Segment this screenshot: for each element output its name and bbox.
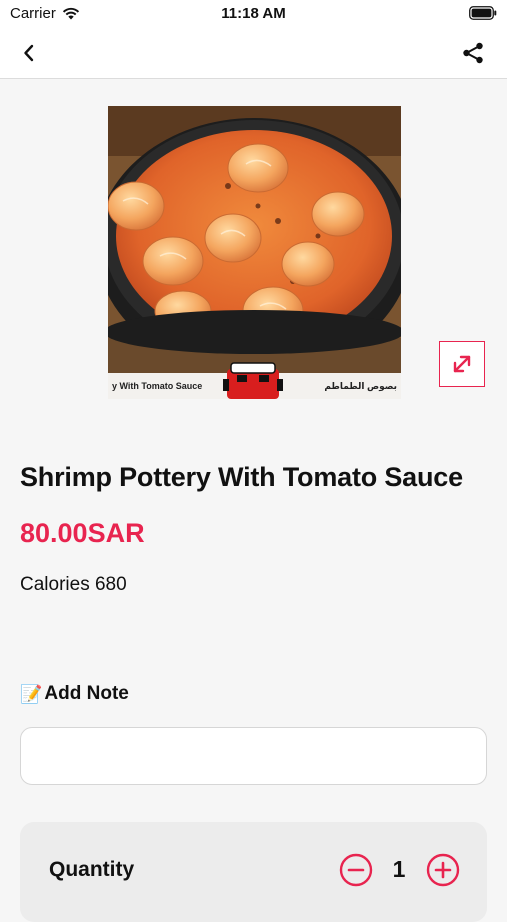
increase-quantity-button[interactable] [426, 853, 460, 887]
status-bar: Carrier 11:18 AM [0, 0, 507, 28]
share-icon [463, 42, 483, 64]
product-calories: Calories 680 [20, 574, 127, 595]
back-button[interactable] [16, 40, 42, 66]
product-price: 80.00SAR [20, 518, 145, 548]
share-button[interactable] [459, 39, 487, 67]
expand-icon [453, 355, 471, 373]
quantity-card: Quantity 1 [20, 822, 487, 922]
add-note-label: 📝 Add Note [20, 683, 129, 705]
quantity-value: 1 [392, 856, 406, 882]
quantity-label: Quantity [49, 858, 135, 881]
nav-bar [0, 28, 507, 79]
image-caption-ar: بصوص الطماطم [324, 380, 397, 391]
add-note-text: Add Note [44, 683, 129, 704]
dish-photo [108, 106, 401, 399]
product-title: Shrimp Pottery With Tomato Sauce [20, 462, 463, 492]
battery-icon [469, 6, 497, 25]
status-time: 11:18 AM [221, 5, 286, 22]
note-input[interactable] [20, 727, 487, 785]
chevron-left-icon [24, 44, 34, 62]
image-caption-en: y With Tomato Sauce [112, 381, 203, 391]
brand-logo-icon [223, 362, 283, 399]
decrease-quantity-button[interactable] [339, 853, 373, 887]
memo-icon: 📝 [20, 683, 43, 704]
product-image: y With Tomato Sauce بصوص الطماطم [108, 106, 401, 399]
expand-image-button[interactable] [439, 341, 485, 387]
